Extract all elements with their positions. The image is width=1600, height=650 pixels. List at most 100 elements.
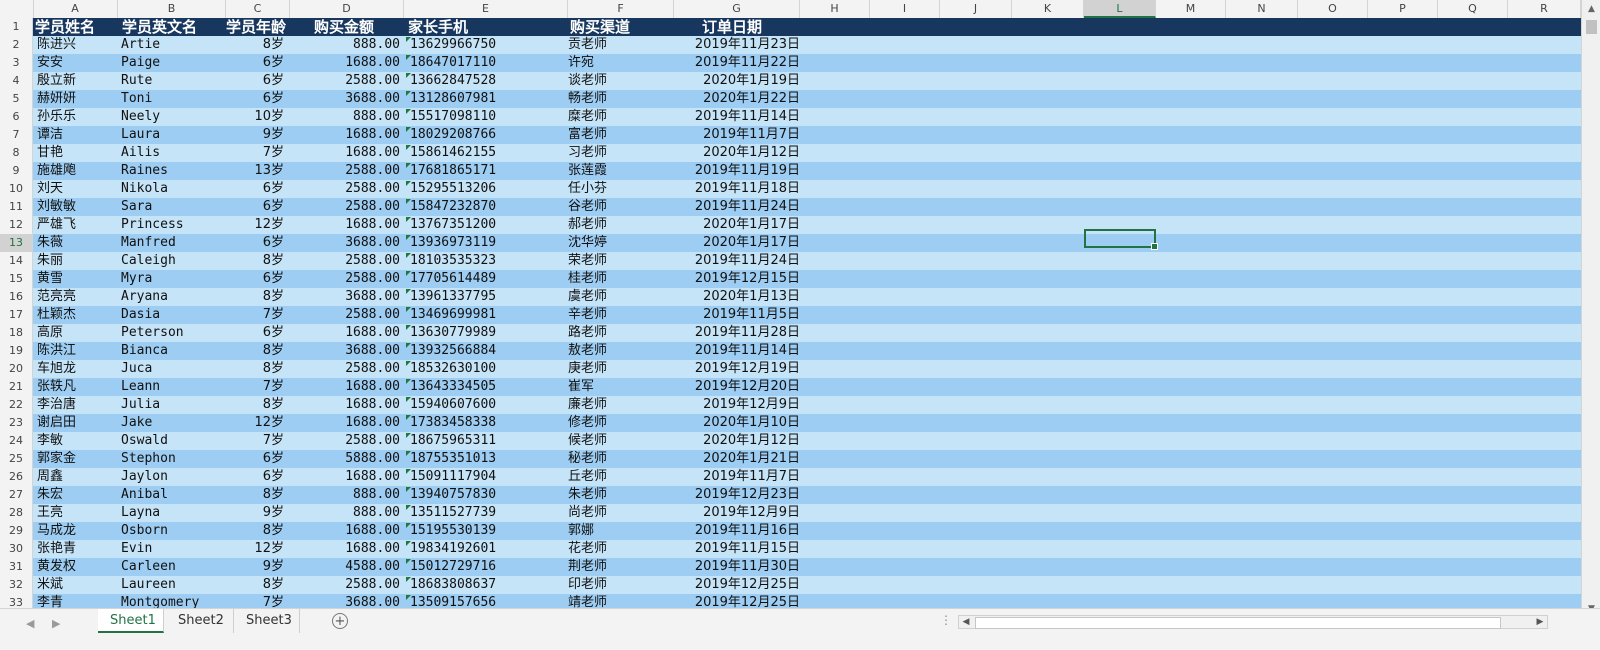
cell-amount[interactable]: 3688.00 [290,342,404,360]
row-number-19[interactable]: 19 [0,342,33,360]
cell-amount[interactable]: 1688.00 [290,126,404,144]
cell-en[interactable]: Carleen [118,558,226,576]
cell-name[interactable]: 张艳青 [33,540,118,558]
cell-channel[interactable]: 丘老师 [568,468,674,486]
cell-date[interactable]: 2020年1月12日 [674,432,800,450]
cell-date[interactable]: 2019年11月22日 [674,54,800,72]
row-number-27[interactable]: 27 [0,486,33,504]
cell-channel[interactable]: 敖老师 [568,342,674,360]
cell-en[interactable]: Bianca [118,342,226,360]
cell-channel[interactable]: 崔军 [568,378,674,396]
column-header-Q[interactable]: Q [1438,0,1508,18]
cell-amount[interactable]: 2588.00 [290,252,404,270]
cell-age[interactable]: 6岁 [226,198,290,216]
cell-channel[interactable]: 修老师 [568,414,674,432]
cell-phone[interactable]: 13767351200 [404,216,568,234]
cell-channel[interactable]: 郭娜 [568,522,674,540]
cell-en[interactable]: Anibal [118,486,226,504]
cell-amount[interactable]: 1688.00 [290,216,404,234]
row-number-17[interactable]: 17 [0,306,33,324]
cell-date[interactable]: 2020年1月19日 [674,72,800,90]
cell-amount[interactable]: 1688.00 [290,378,404,396]
row-number-30[interactable]: 30 [0,540,33,558]
cell-channel[interactable]: 张莲霞 [568,162,674,180]
cell-age[interactable]: 8岁 [226,396,290,414]
cell-age[interactable]: 6岁 [226,270,290,288]
row-number-32[interactable]: 32 [0,576,33,594]
cell-age[interactable]: 8岁 [226,342,290,360]
cell-name[interactable]: 杜颖杰 [33,306,118,324]
cell-channel[interactable]: 候老师 [568,432,674,450]
cell-age[interactable]: 6岁 [226,90,290,108]
column-header-J[interactable]: J [940,0,1012,18]
cell-name[interactable]: 刘天 [33,180,118,198]
cell-name[interactable]: 马成龙 [33,522,118,540]
cell-en[interactable]: Sara [118,198,226,216]
row-number-5[interactable]: 5 [0,90,33,108]
sheet-tab-sheet3[interactable]: Sheet3 [234,609,300,633]
row-number-22[interactable]: 22 [0,396,33,414]
cell-channel[interactable]: 畅老师 [568,90,674,108]
cell-age[interactable]: 6岁 [226,450,290,468]
next-sheet-icon[interactable]: ▶ [52,617,60,630]
cell-en[interactable]: Myra [118,270,226,288]
cell-age[interactable]: 8岁 [226,252,290,270]
cell-name[interactable]: 郭家金 [33,450,118,468]
cell-channel[interactable]: 桂老师 [568,270,674,288]
cell-date[interactable]: 2019年12月15日 [674,270,800,288]
cell-amount[interactable]: 3688.00 [290,234,404,252]
cell-phone[interactable]: 17681865171 [404,162,568,180]
row-number-15[interactable]: 15 [0,270,33,288]
cell-date[interactable]: 2019年11月18日 [674,180,800,198]
sheet-tab-sheet2[interactable]: Sheet2 [166,609,234,633]
cell-date[interactable]: 2020年1月10日 [674,414,800,432]
cell-name[interactable]: 严雄飞 [33,216,118,234]
cell-amount[interactable]: 888.00 [290,36,404,54]
cell-age[interactable]: 9岁 [226,126,290,144]
cell-en[interactable]: Toni [118,90,226,108]
cell-phone[interactable]: 19834192601 [404,540,568,558]
cell-name[interactable]: 施雄飑 [33,162,118,180]
cell-name[interactable]: 朱丽 [33,252,118,270]
cell-en[interactable]: Caleigh [118,252,226,270]
column-header-G[interactable]: G [674,0,800,18]
cell-amount[interactable]: 2588.00 [290,360,404,378]
cell-phone[interactable]: 18647017110 [404,54,568,72]
cell-date[interactable]: 2019年11月15日 [674,540,800,558]
cell-en[interactable]: Julia [118,396,226,414]
cell-en[interactable]: Leann [118,378,226,396]
cell-amount[interactable]: 1688.00 [290,54,404,72]
horizontal-scroll-thumb[interactable] [975,617,1501,629]
cell-name[interactable]: 陈进兴 [33,36,118,54]
cell-phone[interactable]: 13630779989 [404,324,568,342]
cell-date[interactable]: 2020年1月17日 [674,234,800,252]
cell-name[interactable]: 米斌 [33,576,118,594]
column-header-I[interactable]: I [870,0,940,18]
cell-amount[interactable]: 2588.00 [290,72,404,90]
row-number-7[interactable]: 7 [0,126,33,144]
row-number-26[interactable]: 26 [0,468,33,486]
cell-amount[interactable]: 2588.00 [290,180,404,198]
cell-name[interactable]: 甘艳 [33,144,118,162]
row-number-20[interactable]: 20 [0,360,33,378]
cell-phone[interactable]: 13932566884 [404,342,568,360]
cell-channel[interactable]: 花老师 [568,540,674,558]
cell-name[interactable]: 范亮亮 [33,288,118,306]
cell-age[interactable]: 8岁 [226,360,290,378]
cell-channel[interactable]: 印老师 [568,576,674,594]
cell-phone[interactable]: 15940607600 [404,396,568,414]
cell-phone[interactable]: 18675965311 [404,432,568,450]
cell-date[interactable]: 2019年12月20日 [674,378,800,396]
cell-phone[interactable]: 15295513206 [404,180,568,198]
cell-channel[interactable]: 秘老师 [568,450,674,468]
header-cell[interactable]: 订单日期 [702,18,822,36]
cell-date[interactable]: 2019年11月24日 [674,198,800,216]
cell-phone[interactable]: 13511527739 [404,504,568,522]
cell-phone[interactable]: 13643334505 [404,378,568,396]
cell-channel[interactable]: 庚老师 [568,360,674,378]
cell-name[interactable]: 谭洁 [33,126,118,144]
cell-age[interactable]: 6岁 [226,54,290,72]
cell-phone[interactable]: 13961337795 [404,288,568,306]
cell-date[interactable]: 2019年12月19日 [674,360,800,378]
cell-name[interactable]: 朱薇 [33,234,118,252]
